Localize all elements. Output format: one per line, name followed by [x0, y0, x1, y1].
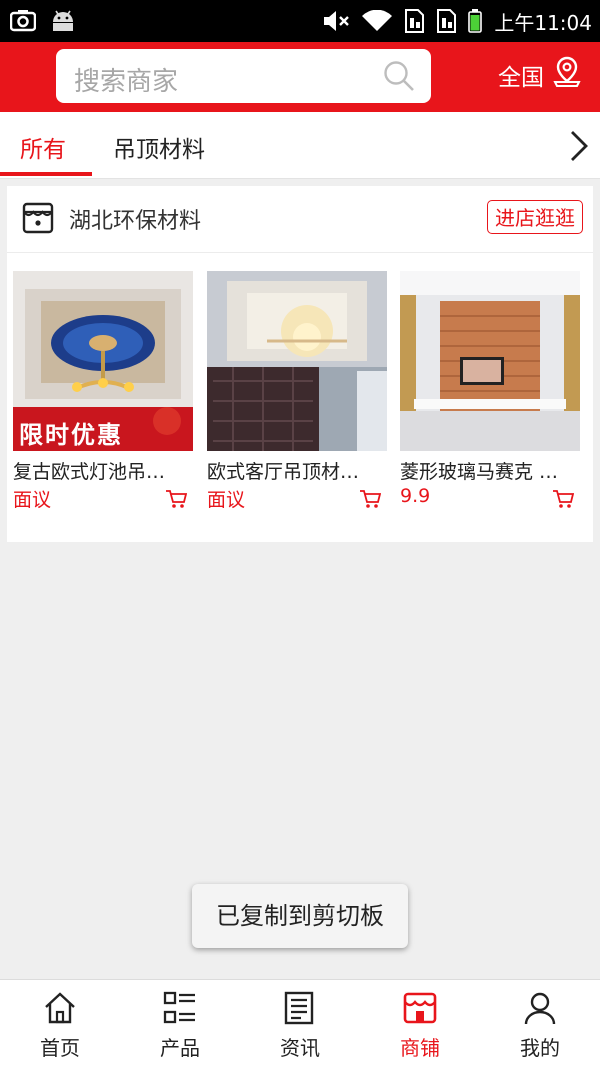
product-name[interactable]: 菱形玻璃马赛克 … [400, 457, 576, 484]
sim2-icon [436, 9, 457, 33]
screenshot-icon [10, 10, 36, 32]
user-icon [523, 991, 557, 1029]
product-price: 面议 [207, 489, 246, 511]
status-time: 上午11:04 [494, 10, 592, 35]
nav-label: 首页 [40, 1036, 80, 1060]
nav-label: 产品 [160, 1036, 200, 1060]
enter-shop-button[interactable]: 进店逛逛 [487, 200, 583, 234]
cart-icon[interactable] [165, 489, 188, 513]
nav-news[interactable]: 资讯 [240, 980, 360, 1068]
shop-icon [403, 991, 437, 1029]
product-image[interactable] [207, 271, 387, 451]
tab-ceiling-materials[interactable]: 吊顶材料 [113, 130, 205, 164]
product-image[interactable]: 限时优惠 [13, 271, 193, 451]
cart-icon[interactable] [552, 489, 575, 513]
search-input[interactable]: 搜索商家 [56, 49, 431, 103]
tab-all[interactable]: 所有 [20, 130, 66, 164]
store-icon [21, 202, 55, 238]
nav-label: 资讯 [280, 1036, 320, 1060]
search-placeholder: 搜索商家 [74, 67, 179, 97]
battery-icon [468, 9, 483, 33]
android-icon [50, 10, 76, 32]
header: 搜索商家 全国 [0, 42, 600, 112]
active-tab-indicator [0, 172, 92, 176]
home-icon [43, 991, 77, 1029]
product-price: 面议 [13, 489, 52, 511]
toast-message: 已复制到剪切板 [192, 884, 408, 948]
promo-banner: 限时优惠 [19, 420, 123, 449]
product-name[interactable]: 欧式客厅吊顶材… [207, 457, 383, 484]
nav-me[interactable]: 我的 [480, 980, 600, 1068]
region-label: 全国 [498, 65, 544, 91]
region-selector[interactable]: 全国 [498, 56, 582, 94]
bottom-nav: 首页 产品 资讯 商铺 我的 [0, 979, 600, 1068]
nav-label: 我的 [520, 1036, 560, 1060]
product-price: 9.9 [400, 485, 431, 507]
nav-products[interactable]: 产品 [120, 980, 240, 1068]
wifi-icon [362, 10, 393, 32]
cart-icon[interactable] [359, 489, 382, 513]
sim1-icon [404, 9, 425, 33]
chevron-right-icon[interactable] [568, 130, 590, 166]
search-icon[interactable] [383, 60, 415, 96]
grid-list-icon [163, 991, 197, 1029]
nav-shops[interactable]: 商铺 [360, 980, 480, 1068]
volume-muted-icon [322, 10, 350, 32]
product-card[interactable]: 菱形玻璃马赛克 … 9.9 [400, 271, 580, 508]
product-card[interactable]: 限时优惠 复古欧式灯池吊… 面议 [13, 271, 193, 511]
news-icon [283, 991, 317, 1029]
shop-header: 湖北环保材料 进店逛逛 [7, 186, 593, 253]
shop-card: 湖北环保材料 进店逛逛 限时优惠 复古欧式灯池吊… 面议 欧式客厅吊顶材… 面议… [7, 186, 593, 542]
shop-name: 湖北环保材料 [69, 209, 202, 234]
status-bar: 上午11:04 [0, 0, 600, 42]
category-tabs: 所有 吊顶材料 [0, 112, 600, 179]
nav-label: 商铺 [400, 1036, 440, 1060]
product-card[interactable]: 欧式客厅吊顶材… 面议 [207, 271, 387, 511]
location-pin-icon [552, 56, 582, 94]
product-image[interactable] [400, 271, 580, 451]
product-name[interactable]: 复古欧式灯池吊… [13, 457, 189, 484]
nav-home[interactable]: 首页 [0, 980, 120, 1068]
